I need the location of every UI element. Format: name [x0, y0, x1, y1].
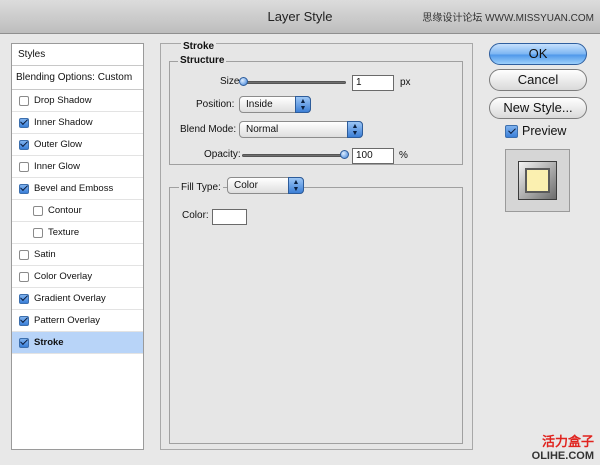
blend-mode-label: Blend Mode:	[180, 124, 237, 135]
preview-thumbnail	[518, 161, 557, 200]
style-preview	[505, 149, 570, 212]
sidebar-item-label: Bevel and Emboss	[34, 183, 114, 194]
sidebar-item-texture[interactable]: Texture	[12, 222, 143, 244]
blend-mode-value: Normal	[246, 124, 279, 135]
checkbox-icon[interactable]	[19, 337, 29, 348]
fill-type-value: Color	[234, 180, 258, 191]
sidebar-item-inner-shadow[interactable]: Inner Shadow	[12, 112, 143, 134]
watermark-en: OLIHE.COM	[531, 450, 594, 462]
sidebar-item-label: Outer Glow	[34, 139, 83, 150]
size-slider-knob[interactable]	[239, 77, 248, 86]
sidebar-item-inner-glow[interactable]: Inner Glow	[12, 156, 143, 178]
cancel-button[interactable]: Cancel	[489, 69, 587, 91]
checkbox-icon[interactable]	[19, 95, 29, 106]
sidebar-item-label: Satin	[34, 249, 56, 260]
blending-options-item[interactable]: Blending Options: Custom	[12, 66, 143, 90]
position-value: Inside	[246, 99, 273, 110]
style-items: Drop Shadow Inner Shadow Outer Glow Inner G…	[12, 90, 143, 354]
ok-button[interactable]: OK	[489, 43, 587, 65]
checkbox-icon[interactable]	[33, 205, 43, 216]
styles-header[interactable]: Styles	[12, 44, 143, 66]
sidebar-item-label: Texture	[48, 227, 80, 238]
sidebar-item-stroke[interactable]: Stroke	[12, 332, 143, 354]
sidebar-item-label: Color Overlay	[34, 271, 93, 282]
fill-type-select[interactable]: Color ▲ ▼	[227, 177, 304, 194]
stroke-color-swatch[interactable]	[212, 209, 247, 225]
preview-checkbox[interactable]	[505, 124, 518, 138]
sidebar-item-label: Inner Glow	[34, 161, 80, 172]
sidebar-item-label: Inner Shadow	[34, 117, 93, 128]
select-arrows-icon: ▲ ▼	[347, 121, 363, 138]
checkbox-icon[interactable]	[19, 293, 29, 304]
sidebar-item-color-overlay[interactable]: Color Overlay	[12, 266, 143, 288]
preview-toggle[interactable]: Preview	[505, 124, 566, 138]
size-field[interactable]: 1	[352, 75, 394, 91]
opacity-label: Opacity:	[204, 149, 241, 160]
sidebar-item-bevel-and-emboss[interactable]: Bevel and Emboss	[12, 178, 143, 200]
sidebar-item-pattern-overlay[interactable]: Pattern Overlay	[12, 310, 143, 332]
select-arrows-icon: ▲ ▼	[295, 96, 311, 113]
watermark-top: 思缘设计论坛 WWW.MISSYUAN.COM	[422, 13, 594, 24]
styles-list: Styles Blending Options: Custom Drop Sha…	[11, 43, 144, 450]
stroke-panel: Stroke Structure Size: 1 px Position: In…	[160, 41, 473, 450]
sidebar-item-label: Gradient Overlay	[34, 293, 106, 304]
fill-type-label: Fill Type:	[179, 182, 223, 193]
size-slider[interactable]	[242, 81, 346, 84]
checkbox-icon[interactable]	[19, 139, 29, 150]
sidebar-item-label: Stroke	[34, 337, 64, 348]
opacity-unit: %	[399, 150, 408, 161]
sidebar-item-contour[interactable]: Contour	[12, 200, 143, 222]
layer-style-dialog: Layer Style 思缘设计论坛 WWW.MISSYUAN.COM Styl…	[0, 0, 600, 465]
checkbox-icon[interactable]	[19, 117, 29, 128]
structure-title: Structure	[178, 55, 227, 66]
checkbox-icon[interactable]	[19, 315, 29, 326]
checkbox-icon[interactable]	[19, 161, 29, 172]
opacity-slider-knob[interactable]	[340, 150, 349, 159]
position-label: Position:	[196, 99, 235, 110]
title-bar: Layer Style 思缘设计论坛 WWW.MISSYUAN.COM	[0, 0, 600, 34]
checkbox-icon[interactable]	[19, 271, 29, 282]
sidebar-item-label: Contour	[48, 205, 82, 216]
sidebar-item-label: Pattern Overlay	[34, 315, 100, 326]
select-arrows-icon: ▲ ▼	[288, 177, 304, 194]
size-unit: px	[400, 77, 411, 88]
sidebar-item-label: Drop Shadow	[34, 95, 92, 106]
sidebar-item-drop-shadow[interactable]: Drop Shadow	[12, 90, 143, 112]
structure-group: Structure Size: 1 px Position: Inside ▲ ▼…	[169, 55, 463, 165]
preview-label: Preview	[522, 124, 567, 138]
opacity-field[interactable]: 100	[352, 148, 394, 164]
opacity-slider[interactable]	[242, 154, 346, 157]
panel-title: Stroke	[181, 41, 217, 52]
sidebar-item-outer-glow[interactable]: Outer Glow	[12, 134, 143, 156]
checkbox-icon[interactable]	[33, 227, 43, 238]
new-style-button[interactable]: New Style...	[489, 97, 587, 119]
sidebar-item-satin[interactable]: Satin	[12, 244, 143, 266]
watermark-bottom: 活力盒子 OLIHE.COM	[532, 431, 594, 462]
position-select[interactable]: Inside ▲ ▼	[239, 96, 311, 113]
color-label: Color:	[182, 210, 209, 221]
fill-group: Fill Type: Color ▲ ▼ Color:	[169, 177, 463, 444]
checkbox-icon[interactable]	[19, 249, 29, 260]
sidebar-item-gradient-overlay[interactable]: Gradient Overlay	[12, 288, 143, 310]
checkbox-icon[interactable]	[19, 183, 29, 194]
watermark-cn: 活力盒子	[541, 434, 594, 449]
blend-mode-select[interactable]: Normal ▲ ▼	[239, 121, 363, 138]
preview-inner	[525, 168, 550, 193]
